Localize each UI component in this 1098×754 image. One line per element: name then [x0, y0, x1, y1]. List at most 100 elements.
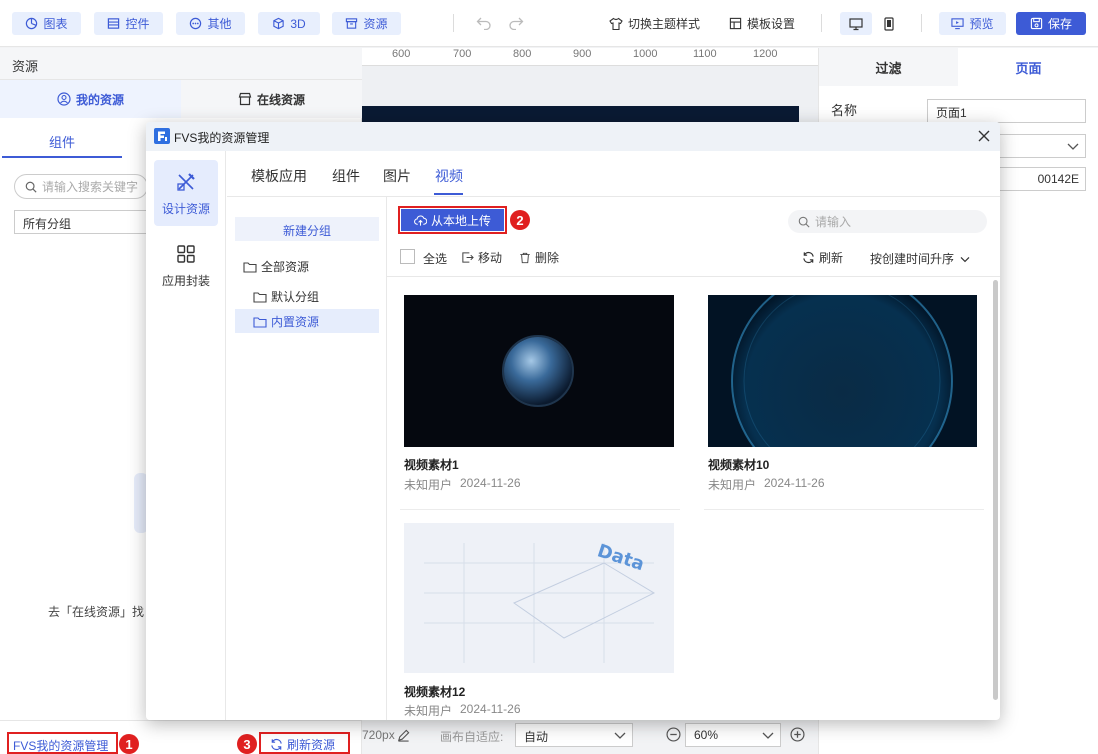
select-all-checkbox[interactable] — [400, 249, 415, 264]
tree-item-builtin[interactable]: 内置资源 — [253, 313, 319, 330]
top-toolbar: 图表 控件 其他 3D 资源 切换主题样式 模板设置 预览 保存 — [0, 0, 1098, 47]
tab-images[interactable]: 图片 — [383, 166, 411, 186]
widget-button[interactable]: 控件 — [94, 12, 163, 35]
adapt-select[interactable]: 自动 — [515, 723, 633, 747]
video-thumbnail[interactable] — [708, 295, 977, 447]
tab-page[interactable]: 页面 — [958, 48, 1098, 86]
move-icon — [462, 252, 474, 263]
resource-search-input[interactable]: 请输入搜索关键字 — [14, 174, 148, 199]
select-all-label[interactable]: 全选 — [423, 250, 447, 267]
active-tab-indicator — [434, 193, 463, 195]
page-name-input[interactable]: 页面1 — [927, 99, 1086, 123]
tab-components[interactable]: 组件 — [332, 166, 360, 186]
earth-thumbnail-image — [404, 295, 674, 447]
3d-button[interactable]: 3D — [258, 12, 320, 35]
search-icon — [798, 216, 810, 228]
tree-item-default[interactable]: 默认分组 — [253, 288, 319, 305]
group-select[interactable]: 所有分组 — [14, 210, 148, 234]
tree-item-all[interactable]: 全部资源 — [243, 258, 309, 275]
close-icon[interactable] — [978, 130, 990, 142]
video-search-input[interactable]: 请输入 — [788, 210, 987, 233]
zoom-select[interactable]: 60% — [685, 723, 781, 747]
monitor-icon — [849, 17, 863, 30]
shirt-icon — [609, 17, 623, 30]
ruler-label: 900 — [573, 48, 592, 60]
design-tools-icon — [177, 173, 195, 191]
subtab-components[interactable]: 组件 — [2, 128, 122, 158]
ruler-label: 600 — [392, 48, 411, 60]
step-badge-2: 2 — [510, 210, 530, 230]
folder-icon — [243, 261, 257, 273]
ruler-label: 800 — [513, 48, 532, 60]
search-icon — [25, 181, 37, 193]
other-button[interactable]: 其他 — [176, 12, 245, 35]
nav-app-packaging[interactable]: 应用封装 — [154, 236, 218, 298]
ruler-label: 700 — [453, 48, 472, 60]
video-owner: 未知用户 — [404, 478, 453, 492]
video-thumbnail[interactable] — [404, 295, 674, 447]
tab-online-resources[interactable]: 在线资源 — [181, 80, 362, 118]
video-owner: 未知用户 — [708, 478, 757, 492]
video-date: 2024-11-26 — [460, 702, 521, 716]
adapt-label: 画布自适应: — [440, 730, 504, 744]
chart-button[interactable]: 图表 — [12, 12, 81, 35]
undo-icon[interactable] — [476, 16, 492, 30]
tab-template-apps[interactable]: 模板应用 — [251, 166, 307, 186]
upload-local-button[interactable]: 从本地上传 — [401, 209, 504, 231]
manage-resources-link[interactable]: FVS我的资源管理 — [13, 737, 108, 754]
folder-icon — [253, 291, 267, 303]
edit-icon[interactable] — [397, 729, 410, 742]
trash-icon — [520, 252, 530, 263]
tab-my-resources[interactable]: 我的资源 — [0, 80, 181, 118]
tab-videos[interactable]: 视频 — [435, 166, 463, 186]
refresh-button[interactable]: 刷新 — [802, 249, 843, 266]
canvas-size: 720px — [362, 728, 395, 742]
store-icon — [238, 92, 252, 106]
cloud-upload-icon — [414, 215, 427, 226]
ruler: 600 700 800 900 1000 1100 1200 — [362, 48, 818, 66]
zoom-in-icon[interactable] — [790, 727, 805, 742]
video-owner: 未知用户 — [404, 704, 453, 718]
template-settings-button[interactable]: 模板设置 — [729, 12, 795, 35]
zoom-out-icon[interactable] — [666, 727, 681, 742]
save-button[interactable]: 保存 — [1016, 12, 1086, 35]
move-button[interactable]: 移动 — [461, 249, 502, 266]
dialog-title: FVS我的资源管理 — [174, 131, 270, 145]
preview-button[interactable]: 预览 — [939, 12, 1006, 35]
resource-button[interactable]: 资源 — [332, 12, 401, 35]
scrollbar[interactable] — [993, 280, 998, 700]
video-name: 视频素材12 — [404, 685, 466, 699]
refresh-resources-button[interactable]: 刷新资源 — [270, 736, 335, 753]
video-name: 视频素材10 — [708, 458, 770, 472]
chevron-down-icon — [762, 732, 774, 739]
fvs-logo-icon — [154, 128, 170, 144]
mobile-view-button[interactable] — [874, 12, 904, 35]
refresh-icon — [803, 251, 814, 264]
video-name: 视频素材1 — [404, 458, 459, 472]
switch-theme-button[interactable]: 切换主题样式 — [609, 12, 700, 35]
tab-filter[interactable]: 过滤 — [819, 48, 958, 86]
chart-icon — [26, 17, 38, 30]
step-badge-1: 1 — [119, 734, 139, 754]
panel-title: 资源 — [12, 59, 39, 74]
chevron-down-icon — [960, 256, 970, 262]
more-icon — [190, 17, 202, 30]
redo-icon[interactable] — [508, 16, 524, 30]
delete-button[interactable]: 删除 — [519, 249, 559, 266]
ruler-label: 1000 — [633, 48, 658, 60]
desktop-view-button[interactable] — [840, 12, 872, 35]
preview-icon — [951, 18, 965, 30]
name-label: 名称 — [831, 103, 858, 118]
video-thumbnail[interactable]: Data — [404, 523, 674, 673]
data-text-thumbnail-image: Data — [404, 523, 674, 673]
chevron-down-icon — [614, 732, 626, 739]
new-group-button[interactable]: 新建分组 — [235, 217, 379, 241]
app-grid-icon — [177, 245, 195, 263]
phone-icon — [884, 16, 894, 31]
widget-icon — [108, 18, 120, 29]
nav-design-resources[interactable]: 设计资源 — [154, 160, 218, 226]
archive-icon — [346, 18, 358, 29]
grid-settings-icon — [729, 17, 742, 30]
sort-dropdown[interactable]: 按创建时间升序 — [870, 250, 970, 267]
ruler-label: 1200 — [753, 48, 778, 60]
